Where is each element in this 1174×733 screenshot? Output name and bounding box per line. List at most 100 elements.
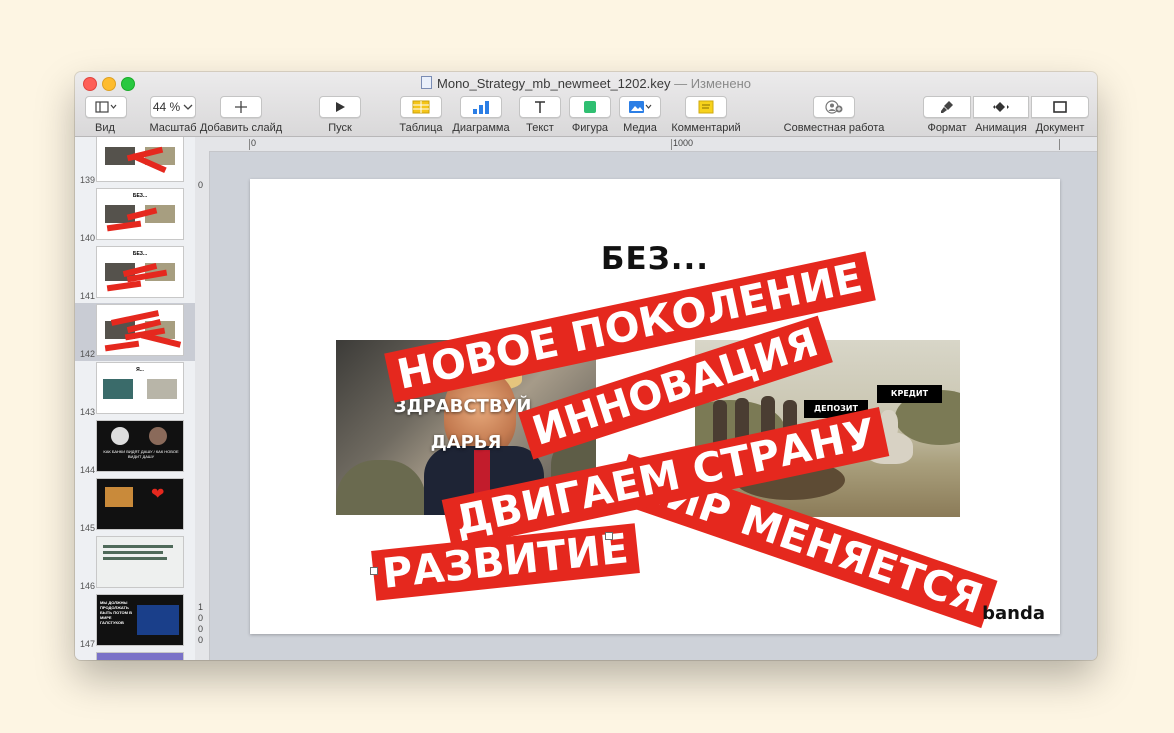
thumbnail-image: БЕЗ... xyxy=(97,189,183,239)
slide-thumbnail-144[interactable]: КАК БАНКИ ВИДЯТ ДАШУ / КАК НОВОЕ ВИДИТ Д… xyxy=(75,419,195,477)
text-button[interactable] xyxy=(519,96,561,118)
play-control[interactable]: Пуск xyxy=(319,96,361,134)
horizontal-ruler[interactable]: 0 1000 xyxy=(195,137,1097,152)
slide-heading[interactable]: БЕЗ... xyxy=(250,241,1060,277)
slide-number: 144 xyxy=(79,465,95,475)
chart-label: Диаграмма xyxy=(452,122,510,134)
thumbnail-image: КАК БАНКИ ВИДЯТ ДАШУ / КАК НОВОЕ ВИДИТ Д… xyxy=(97,421,183,471)
selection-handle[interactable] xyxy=(370,567,378,575)
view-label: Вид xyxy=(95,122,115,134)
text-control[interactable]: Текст xyxy=(519,96,561,134)
comment-control[interactable]: Комментарий xyxy=(668,96,744,134)
format-label: Формат xyxy=(927,122,967,134)
selection-handle[interactable] xyxy=(605,532,613,540)
slide-thumbnail-142-selected[interactable]: 142 xyxy=(75,303,195,361)
credit-label[interactable]: КРЕДИТ xyxy=(877,385,942,403)
slide[interactable]: БЕЗ... ЗДРАВСТВУЙ, ДАРЬЯ ДЕПОЗИТ КРЕДИТ … xyxy=(250,179,1060,634)
chart-control[interactable]: Диаграмма xyxy=(450,96,512,134)
title-toolbar: Mono_Strategy_mb_newmeet_1202.key — Изме… xyxy=(75,72,1097,137)
media-control[interactable]: Медиа xyxy=(618,96,662,134)
slide-thumbnail-145[interactable]: ❤ 145 xyxy=(75,477,195,535)
slide-number: 139 xyxy=(79,175,95,185)
document-control[interactable]: Документ xyxy=(1031,96,1089,134)
slide-number: 140 xyxy=(79,233,95,243)
thumbnail-image: МЫ ДОЛЖНЫ ПРОДОЛЖАТЬ БЫТЬ ПОТОМ В МИРЕ Г… xyxy=(97,595,183,645)
text-icon xyxy=(535,101,545,113)
add-slide-button[interactable] xyxy=(220,96,262,118)
ruler-mark: 0 xyxy=(198,635,204,645)
comment-label: Комментарий xyxy=(671,122,741,134)
ruler-mark: 0 xyxy=(198,180,204,190)
keynote-document-icon xyxy=(421,76,433,89)
slide-number: 146 xyxy=(79,581,95,591)
slide-number: 143 xyxy=(79,407,95,417)
thumbnail-image xyxy=(97,653,183,660)
ruler-mark: 0 xyxy=(251,138,257,148)
animate-label: Анимация xyxy=(975,122,1027,134)
thumbnail-image xyxy=(97,137,183,181)
text-label: Текст xyxy=(526,122,554,134)
chart-button[interactable] xyxy=(460,96,502,118)
document-icon xyxy=(1053,101,1067,113)
thumbnail-image xyxy=(97,305,183,355)
slide-thumbnail-140[interactable]: БЕЗ... 140 xyxy=(75,187,195,245)
window-title: Mono_Strategy_mb_newmeet_1202.key — Изме… xyxy=(75,76,1097,91)
slide-thumbnail-148[interactable] xyxy=(75,651,195,660)
animate-control[interactable]: Анимация xyxy=(973,96,1029,134)
shape-button[interactable] xyxy=(569,96,611,118)
document-filename: Mono_Strategy_mb_newmeet_1202.key xyxy=(437,76,671,91)
media-button[interactable] xyxy=(619,96,661,118)
comment-button[interactable] xyxy=(685,96,727,118)
table-icon xyxy=(412,100,430,114)
ruler-mark: 1 xyxy=(198,602,204,612)
add-slide-control[interactable]: Добавить слайд xyxy=(198,96,284,134)
format-button[interactable] xyxy=(923,96,971,118)
paintbrush-icon xyxy=(941,101,953,113)
collaborate-button[interactable] xyxy=(813,96,855,118)
table-label: Таблица xyxy=(399,122,443,134)
slide-canvas[interactable]: БЕЗ... ЗДРАВСТВУЙ, ДАРЬЯ ДЕПОЗИТ КРЕДИТ … xyxy=(210,152,1097,660)
play-icon xyxy=(336,102,345,112)
document-label: Документ xyxy=(1035,122,1085,134)
table-button[interactable] xyxy=(400,96,442,118)
slide-thumbnail-139[interactable]: 139 xyxy=(75,137,195,187)
add-slide-label: Добавить слайд xyxy=(199,122,283,134)
ruler-mark: 0 xyxy=(198,624,204,634)
document-button[interactable] xyxy=(1031,96,1089,118)
keynote-window: Mono_Strategy_mb_newmeet_1202.key — Изме… xyxy=(75,72,1097,660)
slide-thumbnail-143[interactable]: Я... 143 xyxy=(75,361,195,419)
slide-number: 142 xyxy=(79,349,95,359)
play-label: Пуск xyxy=(328,122,352,134)
shape-icon xyxy=(584,101,596,113)
table-control[interactable]: Таблица xyxy=(399,96,443,134)
collaborate-control[interactable]: Совместная работа xyxy=(779,96,889,134)
view-button[interactable] xyxy=(85,96,127,118)
vertical-ruler[interactable]: 0 1 0 0 0 xyxy=(195,151,210,660)
slide-thumbnail-147[interactable]: МЫ ДОЛЖНЫ ПРОДОЛЖАТЬ БЫТЬ ПОТОМ В МИРЕ Г… xyxy=(75,593,195,651)
comment-icon xyxy=(698,100,714,114)
shape-control[interactable]: Фигура xyxy=(568,96,612,134)
bar-chart-icon xyxy=(472,100,490,114)
sidebar-view-icon xyxy=(95,101,117,113)
slide-number: 145 xyxy=(79,523,95,533)
ruler-mark: 1000 xyxy=(673,138,694,148)
chevron-down-icon xyxy=(183,104,193,110)
slide-thumbnail-146[interactable]: 146 xyxy=(75,535,195,593)
animate-icon xyxy=(993,102,1009,112)
thumbnail-image: ❤ xyxy=(97,479,183,529)
slide-navigator[interactable]: 139 БЕЗ... 140 БЕЗ... 141 142 Я... 143 К… xyxy=(75,137,196,660)
view-control[interactable]: Вид xyxy=(85,96,127,134)
document-status: — Изменено xyxy=(674,76,751,91)
play-button[interactable] xyxy=(319,96,361,118)
slide-number: 147 xyxy=(79,639,95,649)
slide-thumbnail-141[interactable]: БЕЗ... 141 xyxy=(75,245,195,303)
format-control[interactable]: Формат xyxy=(923,96,971,134)
zoom-select[interactable]: 44 % xyxy=(150,96,196,118)
thumbnail-image xyxy=(97,537,183,587)
plus-icon xyxy=(235,101,247,113)
slide-number: 141 xyxy=(79,291,95,301)
media-label: Медиа xyxy=(623,122,657,134)
collaborate-label: Совместная работа xyxy=(783,122,885,134)
brand-logo-text: banda xyxy=(982,603,1045,624)
animate-button[interactable] xyxy=(973,96,1029,118)
